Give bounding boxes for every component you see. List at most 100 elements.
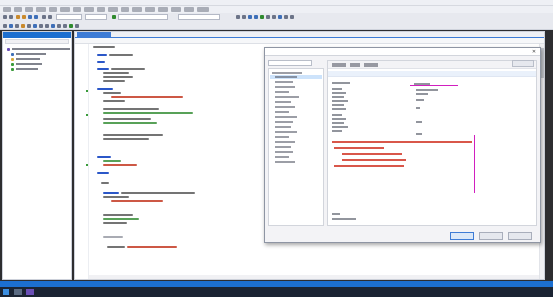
toolbar-icon[interactable] — [63, 24, 67, 28]
menu-item[interactable] — [36, 7, 46, 12]
property-row[interactable] — [332, 125, 348, 128]
menu-item[interactable] — [49, 7, 57, 12]
reset-button[interactable] — [512, 60, 534, 67]
menu-item[interactable] — [73, 7, 81, 12]
property-row[interactable] — [332, 129, 342, 132]
taskbar-app-icon[interactable] — [26, 289, 34, 295]
toolbar-icon[interactable] — [15, 24, 19, 28]
tree-row[interactable] — [275, 156, 289, 158]
new-file-icon[interactable] — [16, 15, 20, 19]
ok-button[interactable] — [450, 232, 474, 240]
toolbar-icon[interactable] — [242, 15, 246, 19]
property-value[interactable] — [416, 99, 424, 101]
dialog-section-header[interactable] — [328, 71, 536, 77]
property-row[interactable] — [332, 117, 346, 120]
menu-item[interactable] — [171, 7, 181, 12]
target-select[interactable] — [178, 14, 220, 20]
tree-item-project[interactable] — [11, 52, 46, 56]
tree-row[interactable] — [275, 161, 295, 163]
menu-item[interactable] — [84, 7, 94, 12]
toolbar-icon[interactable] — [45, 24, 49, 28]
property-value[interactable] — [416, 93, 428, 95]
save-icon[interactable] — [28, 15, 32, 19]
tree-row[interactable] — [275, 141, 295, 143]
tree-row[interactable] — [275, 76, 297, 78]
property-row[interactable] — [332, 87, 342, 90]
tree-row[interactable] — [275, 91, 289, 93]
property-value[interactable] — [416, 121, 422, 123]
tree-row[interactable] — [275, 136, 289, 138]
menu-item[interactable] — [25, 7, 33, 12]
toolbar-icon[interactable] — [27, 24, 31, 28]
cancel-button[interactable] — [479, 232, 503, 240]
toolbar-icon[interactable] — [260, 15, 264, 19]
dialog-tab[interactable] — [350, 63, 360, 67]
toolbar-icon[interactable] — [57, 24, 61, 28]
toolbar-icon[interactable] — [75, 24, 79, 28]
dialog-search-input[interactable] — [268, 60, 312, 66]
dialog-tab[interactable] — [364, 63, 378, 67]
tree-row[interactable] — [275, 121, 293, 123]
apply-button[interactable] — [508, 232, 532, 240]
toolbar-icon[interactable] — [266, 15, 270, 19]
tree-item-file[interactable] — [11, 67, 38, 71]
menu-item[interactable] — [108, 7, 118, 12]
toolbar-icon[interactable] — [272, 15, 276, 19]
menu-item[interactable] — [132, 7, 142, 12]
property-value[interactable] — [416, 89, 438, 91]
back-icon[interactable] — [3, 15, 7, 19]
explorer-search-input[interactable] — [5, 39, 69, 44]
tree-row[interactable] — [275, 116, 297, 118]
dialog-title-bar[interactable]: ✕ — [265, 48, 540, 56]
toolbar-icon[interactable] — [3, 24, 7, 28]
tree-row[interactable] — [275, 96, 299, 98]
taskbar-app-icon[interactable] — [14, 289, 22, 295]
property-row[interactable] — [332, 113, 342, 116]
toolbar-icon[interactable] — [39, 24, 43, 28]
start-icon[interactable] — [3, 289, 9, 295]
toolbar-icon[interactable] — [69, 24, 73, 28]
dialog-tab[interactable] — [332, 63, 346, 67]
property-value[interactable] — [416, 107, 420, 109]
horizontal-scrollbar[interactable] — [89, 275, 539, 279]
tree-item-solution[interactable] — [7, 47, 70, 51]
property-row[interactable] — [332, 103, 344, 106]
menu-item[interactable] — [3, 7, 11, 12]
property-row[interactable] — [332, 99, 348, 102]
save-all-icon[interactable] — [34, 15, 38, 19]
property-row[interactable] — [332, 81, 350, 84]
platform-select[interactable] — [85, 14, 107, 20]
property-row[interactable] — [332, 121, 344, 124]
toolbar-icon[interactable] — [236, 15, 240, 19]
menu-item[interactable] — [184, 7, 194, 12]
tree-item-folder[interactable] — [11, 57, 40, 61]
tree-row[interactable] — [275, 151, 293, 153]
property-row[interactable] — [332, 91, 346, 94]
tree-row[interactable] — [275, 86, 295, 88]
forward-icon[interactable] — [9, 15, 13, 19]
toolbar-icon[interactable] — [254, 15, 258, 19]
menu-item[interactable] — [121, 7, 129, 12]
close-icon[interactable]: ✕ — [531, 49, 537, 55]
toolbar-icon[interactable] — [21, 24, 25, 28]
tree-row[interactable] — [275, 106, 295, 108]
property-value[interactable] — [416, 133, 422, 135]
line-gutter[interactable] — [75, 44, 89, 279]
menu-item[interactable] — [60, 7, 70, 12]
undo-icon[interactable] — [42, 15, 46, 19]
scrollbar-thumb[interactable] — [541, 48, 544, 78]
menu-item[interactable] — [14, 7, 22, 12]
menu-item[interactable] — [158, 7, 168, 12]
start-debug-icon[interactable] — [112, 15, 116, 19]
dialog-category-tree[interactable] — [268, 68, 324, 226]
tree-row[interactable] — [275, 126, 291, 128]
tree-row[interactable] — [275, 131, 297, 133]
redo-icon[interactable] — [48, 15, 52, 19]
tree-item-file[interactable] — [11, 62, 42, 66]
panel-header[interactable] — [3, 32, 71, 38]
toolbar-icon[interactable] — [9, 24, 13, 28]
tree-row[interactable] — [275, 111, 289, 113]
tree-row[interactable] — [272, 72, 302, 74]
navigation-bar[interactable] — [75, 38, 544, 44]
menu-item[interactable] — [197, 7, 209, 12]
